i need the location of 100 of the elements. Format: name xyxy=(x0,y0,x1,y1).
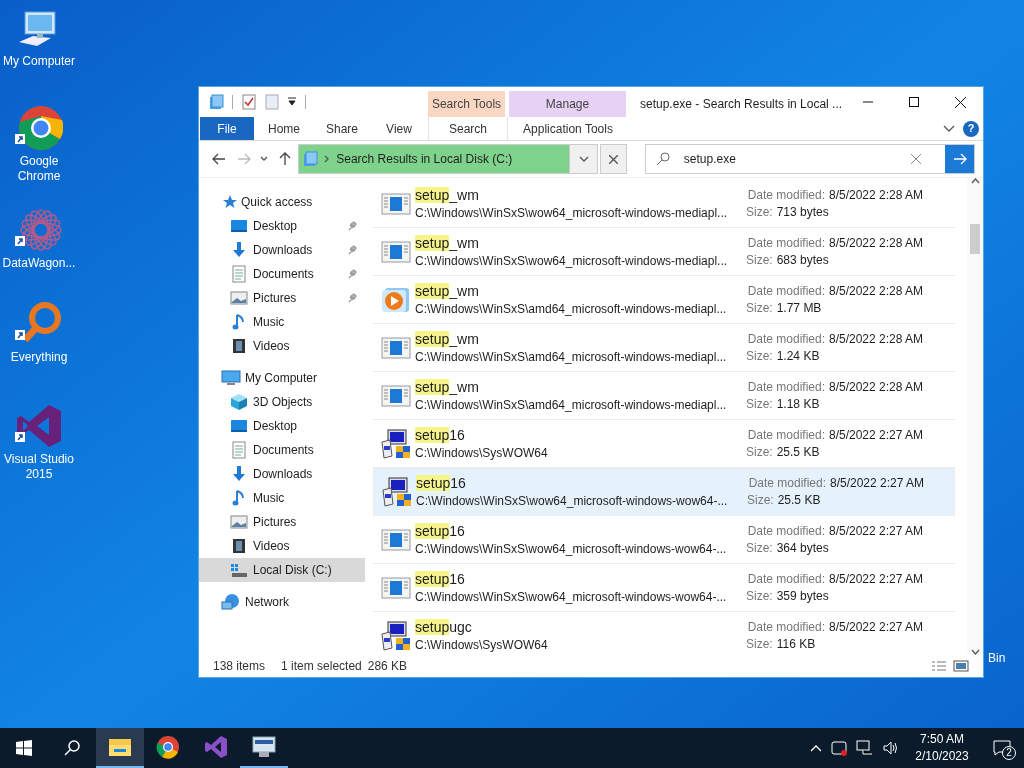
nav-item[interactable]: Music xyxy=(199,486,365,510)
nav-item[interactable]: Desktop xyxy=(199,214,365,238)
result-row[interactable]: setup16 C:\Windows\WinSxS\wow64_microsoft-windows-wow64-... Date modified: 8/5/2022 2:27 AM Size: 359 bytes xyxy=(373,564,955,612)
large-icons-view-icon xyxy=(953,660,969,672)
ribbon-tab[interactable]: View xyxy=(370,117,428,140)
field-label: Size: xyxy=(746,539,773,557)
music-note-icon xyxy=(231,313,247,331)
ribbon-tab[interactable]: Application Tools xyxy=(507,117,628,140)
file-path: C:\Windows\WinSxS\wow64_microsoft-windows-wow64-... xyxy=(415,540,728,558)
film-icon xyxy=(232,538,246,554)
help-icon[interactable]: ? xyxy=(963,120,979,137)
windows-logo-icon xyxy=(16,740,32,756)
desktop-icon-label[interactable]: DataWagon... xyxy=(1,256,77,271)
field-label: Date modified: xyxy=(746,570,825,588)
result-row[interactable]: setup_wm C:\Windows\WinSxS\amd64_microsoft-windows-mediapl... Date modified: 8/5/2022 2:28 AM Size: 1.18 KB xyxy=(373,372,955,420)
result-row[interactable]: setup_wm C:\Windows\WinSxS\amd64_microsoft-windows-mediapl... Date modified: 8/5/2022 2:28 AM Size: 1.24 KB xyxy=(373,324,955,372)
maximize-icon xyxy=(909,97,919,107)
notification-button[interactable]: 2 xyxy=(980,728,1024,768)
file-name: setup16 xyxy=(415,521,466,540)
search-icon xyxy=(655,152,670,166)
file-name: setup_wm xyxy=(415,233,480,252)
document-icon xyxy=(232,265,246,283)
clock-time[interactable]: 7:50 AM xyxy=(920,731,964,748)
desktop-icon-label[interactable]: Visual Studio 2015 xyxy=(1,452,77,482)
ribbon-tab[interactable]: File xyxy=(200,117,254,140)
desktop-icon-label[interactable]: Bin xyxy=(984,651,1024,666)
scrollbar[interactable] xyxy=(967,178,983,655)
file-size: 1.77 MB xyxy=(776,299,822,317)
status-size: 286 KB xyxy=(367,658,408,675)
nav-item[interactable]: Local Disk (C:) xyxy=(199,558,365,582)
result-row[interactable]: setup_wm C:\Windows\WinSxS\wow64_microsoft-windows-mediapl... Date modified: 8/5/2022 2:28 AM Size: 683 bytes xyxy=(373,228,955,276)
nav-item[interactable]: Network xyxy=(245,593,289,611)
file-name: setup16 xyxy=(416,474,467,492)
nav-item[interactable]: Videos xyxy=(199,534,365,558)
ribbon-tab[interactable]: Home xyxy=(254,117,314,140)
nav-item[interactable]: Downloads xyxy=(199,462,365,486)
desktop-icon-label[interactable]: My Computer xyxy=(1,54,77,69)
dropdown-icon xyxy=(287,97,297,107)
close-icon xyxy=(954,96,966,108)
field-label: Size: xyxy=(746,635,773,653)
result-row[interactable]: setupugc C:\Windows\SysWOW64 Date modified: 8/5/2022 2:27 AM Size: 116 KB xyxy=(373,612,955,655)
search-go-button[interactable] xyxy=(945,145,974,173)
file-path: C:\Windows\SysWOW64 xyxy=(415,636,549,654)
file-path: C:\Windows\WinSxS\wow64_microsoft-windows-mediapl... xyxy=(415,252,729,270)
ribbon-tab[interactable]: Search xyxy=(428,117,507,140)
nav-item[interactable]: Music xyxy=(199,310,365,334)
breadcrumb-chevron-icon xyxy=(324,155,331,163)
file-name: setup16 xyxy=(415,569,466,588)
installer-icon xyxy=(380,619,412,652)
result-row[interactable]: setup_wm C:\Windows\WinSxS\amd64_microsoft-windows-mediapl... Date modified: 8/5/2022 2:28 AM Size: 1.77 MB xyxy=(373,276,955,324)
desktop-icon-label[interactable]: Everything xyxy=(1,350,77,365)
taskbar-app-button[interactable] xyxy=(96,728,144,768)
network-icon xyxy=(221,593,241,611)
star-icon xyxy=(221,194,237,210)
installer-icon xyxy=(380,427,412,460)
file-size: 713 bytes xyxy=(776,203,829,221)
file-name: setup_wm xyxy=(415,185,480,204)
chrome-icon xyxy=(15,104,63,152)
scrollbar-thumb[interactable] xyxy=(970,224,980,254)
nav-item[interactable]: Videos xyxy=(199,334,365,358)
result-row[interactable]: setup16 C:\Windows\WinSxS\wow64_microsoft-windows-wow64-... Date modified: 8/5/2022 2:27 AM Size: 364 bytes xyxy=(373,516,955,564)
nav-item[interactable]: Desktop xyxy=(199,414,365,438)
nav-item[interactable]: Documents xyxy=(199,262,365,286)
file-name: setup_wm xyxy=(415,329,480,348)
nav-item[interactable]: Quick access xyxy=(241,193,313,211)
music-note-icon xyxy=(231,489,247,507)
file-name: setup16 xyxy=(415,425,466,444)
clock-date[interactable]: 2/10/2023 xyxy=(915,748,969,765)
nav-item[interactable]: My Computer xyxy=(245,369,318,387)
result-row[interactable]: setup16 C:\Windows\WinSxS\wow64_microsoft-windows-wow64-... Date modified: 8/5/2022 2:27 AM Size: 25.5 KB xyxy=(373,468,955,516)
date-modified: 8/5/2022 2:27 AM xyxy=(829,426,924,444)
field-label: Date modified: xyxy=(746,378,825,396)
document-icon xyxy=(232,441,246,459)
monitor-icon xyxy=(251,735,277,759)
file-path: C:\Windows\WinSxS\amd64_microsoft-windows-mediapl... xyxy=(415,300,728,318)
file-size: 25.5 KB xyxy=(776,443,820,461)
date-modified: 8/5/2022 2:27 AM xyxy=(829,618,924,636)
file-name: setup_wm xyxy=(415,281,480,300)
date-modified: 8/5/2022 2:27 AM xyxy=(829,522,924,540)
file-name: setupugc xyxy=(415,617,473,636)
nav-item[interactable]: Pictures xyxy=(199,510,365,534)
caret-icon xyxy=(260,156,269,162)
result-row[interactable]: setup_wm C:\Windows\WinSxS\wow64_microsoft-windows-mediapl... Date modified: 8/5/2022 2:28 AM Size: 713 bytes xyxy=(373,180,955,228)
ribbon-tab[interactable]: Share xyxy=(314,117,370,140)
collapse-ribbon-icon xyxy=(943,124,955,133)
nav-item[interactable]: Pictures xyxy=(199,286,365,310)
clear-address-button[interactable] xyxy=(600,144,628,174)
file-path: C:\Windows\SysWOW64 xyxy=(415,444,549,462)
field-label: Size: xyxy=(746,587,773,605)
file-size: 116 KB xyxy=(776,635,816,653)
folder-icon xyxy=(302,151,319,167)
nav-item[interactable]: 3D Objects xyxy=(199,390,365,414)
nav-item[interactable]: Downloads xyxy=(199,238,365,262)
search-field[interactable]: setup.exe xyxy=(644,144,975,174)
address-bar[interactable]: Search Results in Local Disk (C:) xyxy=(298,144,599,174)
desktop-icon-label[interactable]: Google Chrome xyxy=(1,154,77,184)
file-path: C:\Windows\WinSxS\amd64_microsoft-windows-mediapl... xyxy=(415,348,728,366)
nav-item[interactable]: Documents xyxy=(199,438,365,462)
field-label: Date modified: xyxy=(746,522,825,540)
notification-count: 2 xyxy=(1002,746,1016,760)
